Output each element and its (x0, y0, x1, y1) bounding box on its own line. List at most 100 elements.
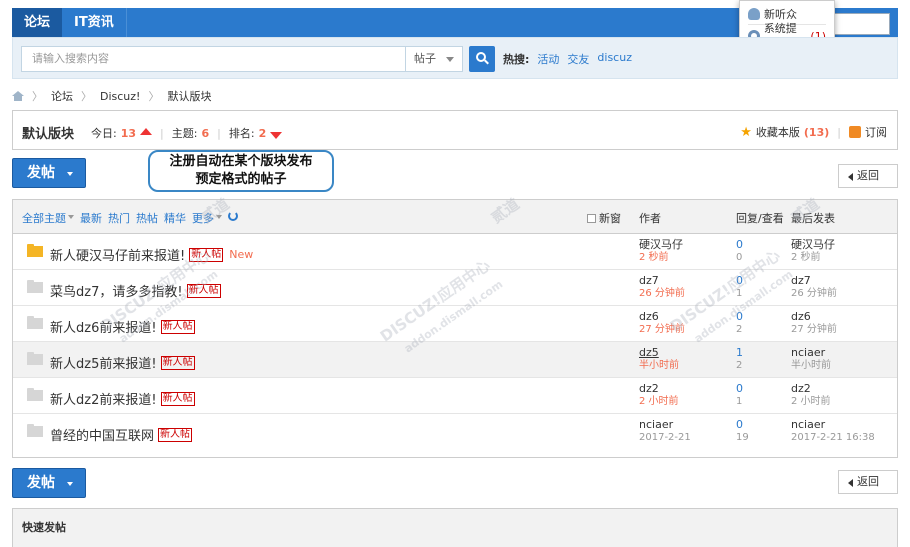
reply-count[interactable]: 1 (736, 346, 743, 359)
search-button[interactable] (469, 46, 495, 72)
view-count: 0 (736, 252, 743, 263)
thread-row[interactable]: 新人硬汉马仔前来报道! 新人帖 New 硬汉马仔 2 秒前 00 硬汉马仔 2 秒前 (13, 234, 897, 270)
last-poster[interactable]: dz7 (791, 274, 837, 287)
reply-count[interactable]: 0 (736, 418, 749, 431)
thread-author[interactable]: dz7 (639, 274, 685, 287)
thread-title[interactable]: 新人dz2前来报道! (50, 389, 157, 408)
new-post-label: 发帖 (27, 475, 55, 491)
thread-list: 全部主题 最新 热门 热帖 精华 更多 新窗 作者 回复/查看 最后发表 新人硬… (12, 199, 898, 458)
last-poster[interactable]: dz6 (791, 310, 837, 323)
callout-line-1: 注册自动在某个版块发布 (169, 154, 313, 169)
thread-title[interactable]: 新人dz5前来报道! (50, 353, 157, 372)
chevron-down-icon (446, 57, 454, 62)
column-last-post[interactable]: 最后发表 (791, 210, 835, 226)
thread-title[interactable]: 新人dz6前来报道! (50, 317, 157, 336)
new-window-toggle[interactable]: 新窗 (587, 210, 621, 226)
filter-more[interactable]: 更多 (192, 210, 222, 226)
thread-row[interactable]: 新人dz2前来报道! 新人帖 dz2 2 小时前 01 dz2 2 小时前 (13, 378, 897, 414)
newbie-tag: 新人帖 (160, 355, 195, 370)
thread-author[interactable]: 硬汉马仔 (639, 238, 683, 251)
hot-link-activity[interactable]: 活动 (537, 51, 559, 67)
breadcrumb-forum[interactable]: 论坛 (51, 88, 73, 104)
thread-row[interactable]: 菜鸟dz7，请多多指教! 新人帖 dz7 26 分钟前 01 dz7 26 分钟前 (13, 270, 897, 306)
tab-it-news[interactable]: IT资讯 (62, 8, 127, 37)
back-arrow-icon (848, 479, 853, 487)
hot-link-discuz[interactable]: discuz (597, 51, 632, 67)
favorite-count: (13) (803, 125, 830, 139)
thread-author[interactable]: dz2 (639, 382, 679, 395)
new-window-checkbox[interactable] (587, 213, 596, 223)
forum-actions: ★ 收藏本版 (13) | 订阅 (740, 124, 887, 140)
topics-label: 主题: (171, 127, 198, 140)
thread-author[interactable]: dz6 (639, 310, 685, 323)
last-poster[interactable]: 硬汉马仔 (791, 238, 835, 251)
filter-hot-posts[interactable]: 热帖 (136, 210, 158, 226)
filter-digest[interactable]: 精华 (164, 210, 186, 226)
forum-stats: 今日: 13 | 主题: 6 | 排名: 2 (91, 125, 283, 141)
back-button[interactable]: 返回 (838, 164, 898, 188)
view-count: 1 (736, 396, 743, 407)
breadcrumb-current[interactable]: 默认版块 (167, 88, 211, 104)
filter-hot[interactable]: 热门 (108, 210, 130, 226)
filter-latest[interactable]: 最新 (80, 210, 102, 226)
hot-search: 热搜: 活动 交友 discuz (503, 51, 632, 67)
filter-all-topics[interactable]: 全部主题 (22, 210, 74, 226)
new-badge: New (229, 248, 254, 261)
reply-count[interactable]: 0 (736, 274, 743, 287)
thread-title[interactable]: 菜鸟dz7，请多多指教! (50, 281, 183, 300)
arrow-up-icon (140, 127, 153, 135)
last-poster[interactable]: nciaer (791, 346, 831, 359)
thread-author[interactable]: dz5 (639, 346, 679, 359)
search-scope-select[interactable]: 帖子 (405, 46, 463, 72)
today-count: 13 (120, 126, 137, 140)
folder-icon (27, 316, 43, 329)
user-icon (748, 7, 760, 20)
thread-title[interactable]: 新人硬汉马仔前来报道! (50, 245, 185, 264)
breadcrumb: 〉 论坛 〉 Discuz! 〉 默认版块 (12, 88, 211, 104)
chevron-down-icon (67, 172, 73, 176)
forum-name: 默认版块 (22, 127, 75, 142)
favorite-button[interactable]: 收藏本版 (756, 124, 800, 140)
subscribe-button[interactable]: 订阅 (865, 124, 887, 140)
last-time[interactable]: 半小时前 (791, 359, 831, 372)
back-arrow-icon (848, 173, 853, 181)
annotation-callout: 注册自动在某个版块发布 预定格式的帖子 (148, 150, 334, 192)
back-button-bottom[interactable]: 返回 (838, 470, 898, 494)
last-poster[interactable]: dz2 (791, 382, 831, 395)
reply-count[interactable]: 0 (736, 310, 743, 323)
new-post-label: 发帖 (27, 165, 55, 181)
thread-row[interactable]: 新人dz6前来报道! 新人帖 dz6 27 分钟前 02 dz6 27 分钟前 (13, 306, 897, 342)
new-post-button[interactable]: 发帖 (12, 158, 86, 188)
search-input[interactable]: 请输入搜索内容 (21, 46, 415, 72)
last-time[interactable]: 2 秒前 (791, 251, 835, 264)
folder-icon (27, 388, 43, 401)
refresh-icon[interactable] (228, 211, 238, 221)
newbie-tag: 新人帖 (160, 391, 195, 406)
home-icon[interactable] (12, 91, 24, 101)
thread-row[interactable]: 新人dz5前来报道! 新人帖 dz5 半小时前 12 nciaer 半小时前 (13, 342, 897, 378)
new-window-label: 新窗 (599, 212, 621, 225)
folder-new-icon (27, 244, 43, 257)
rank-label: 排名: (228, 127, 255, 140)
view-count: 1 (736, 288, 743, 299)
new-post-button-bottom[interactable]: 发帖 (12, 468, 86, 498)
thread-row[interactable]: 曾经的中国互联网 新人帖 nciaer 2017-2-21 0 19 nciaer 2… (13, 414, 897, 450)
search-scope-value: 帖子 (414, 52, 436, 65)
newbie-tag: 新人帖 (189, 247, 224, 262)
hot-link-friends[interactable]: 交友 (567, 51, 589, 67)
reply-count[interactable]: 0 (736, 382, 743, 395)
thread-author[interactable]: nciaer (639, 418, 691, 431)
reply-count[interactable]: 0 (736, 238, 743, 251)
tab-forum[interactable]: 论坛 (12, 8, 63, 37)
column-replies: 回复/查看 (736, 212, 784, 225)
last-time[interactable]: 2 小时前 (791, 395, 831, 408)
newbie-tag: 新人帖 (160, 319, 195, 334)
thread-title[interactable]: 曾经的中国互联网 (50, 425, 154, 444)
last-time[interactable]: 26 分钟前 (791, 287, 837, 300)
last-poster[interactable]: nciaer (791, 418, 875, 431)
last-time[interactable]: 2017-2-21 16:38 (791, 431, 875, 444)
column-author: 作者 (639, 212, 661, 225)
last-time[interactable]: 27 分钟前 (791, 323, 837, 336)
folder-icon (27, 352, 43, 365)
breadcrumb-discuz[interactable]: Discuz! (100, 90, 140, 103)
